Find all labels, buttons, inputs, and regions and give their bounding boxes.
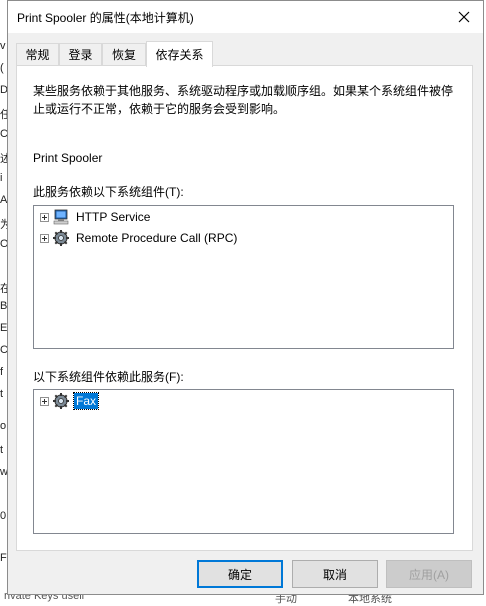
cancel-button[interactable]: 取消: [292, 560, 378, 588]
dependencies-description: 某些服务依赖于其他服务、系统驱动程序或加载顺序组。如果某个系统组件被停止或运行不…: [33, 84, 454, 116]
tab-general[interactable]: 常规: [16, 43, 59, 65]
apply-button[interactable]: 应用(A): [386, 560, 472, 588]
depends-on-tree[interactable]: HTTP Service Remote Procedure Call (RPC): [33, 205, 454, 349]
gear-service-icon: [53, 230, 69, 246]
tab-dependencies[interactable]: 依存关系: [146, 41, 213, 67]
tab-logon[interactable]: 登录: [59, 43, 102, 65]
computer-icon: [53, 209, 69, 225]
tab-recovery[interactable]: 恢复: [102, 43, 146, 65]
properties-dialog: Print Spooler 的属性(本地计算机) 常规 登录 恢复 依存关系 某…: [7, 0, 484, 595]
ok-button[interactable]: 确定: [197, 560, 283, 588]
close-icon: [458, 11, 470, 23]
window-title: Print Spooler 的属性(本地计算机): [17, 11, 194, 25]
gear-service-icon: [53, 393, 69, 409]
tree-node[interactable]: Fax: [40, 391, 100, 411]
tree-node[interactable]: HTTP Service: [40, 207, 152, 227]
dependents-label: 以下系统组件依赖此服务(F):: [33, 370, 184, 384]
title-bar[interactable]: Print Spooler 的属性(本地计算机): [8, 1, 483, 33]
tree-node[interactable]: Remote Procedure Call (RPC): [40, 228, 239, 248]
expand-icon[interactable]: [40, 233, 49, 243]
tree-node-label: HTTP Service: [76, 210, 151, 224]
depends-on-label: 此服务依赖以下系统组件(T):: [33, 185, 184, 199]
dependencies-panel: 某些服务依赖于其他服务、系统驱动程序或加载顺序组。如果某个系统组件被停止或运行不…: [16, 65, 473, 551]
service-name: Print Spooler: [33, 151, 103, 165]
tree-node-label: Remote Procedure Call (RPC): [76, 231, 238, 245]
tree-node-label-selected: Fax: [72, 392, 100, 410]
close-button[interactable]: [445, 1, 483, 33]
expand-icon[interactable]: [40, 396, 49, 406]
dependents-tree[interactable]: Fax: [33, 389, 454, 534]
expand-icon[interactable]: [40, 212, 49, 222]
